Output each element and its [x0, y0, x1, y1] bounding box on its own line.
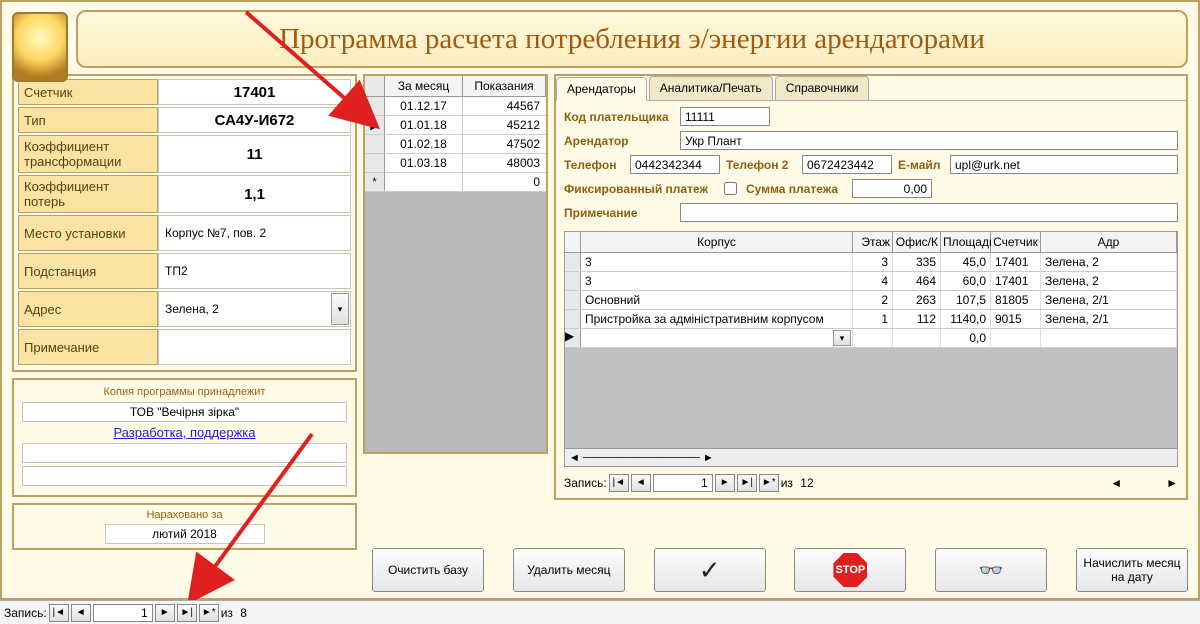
readings-row[interactable]: ▶01.01.1845212: [365, 116, 546, 135]
readings-row[interactable]: 01.02.1847502: [365, 135, 546, 154]
app-title: Программа расчета потребления э/энергии …: [279, 23, 985, 56]
input-phone[interactable]: [630, 155, 720, 174]
tab-renters[interactable]: Арендаторы: [556, 77, 647, 101]
gh-office[interactable]: Офис/К: [893, 232, 941, 252]
readings-header-value[interactable]: Показания: [463, 76, 546, 96]
label-payer-code: Код плательщика: [564, 110, 674, 124]
grid-scrollbar-h[interactable]: ◄ ─────────────── ►: [565, 448, 1177, 466]
nav-first-icon[interactable]: |◄: [609, 474, 629, 492]
checkbox-fixed[interactable]: [724, 182, 737, 195]
gh-meter[interactable]: Счетчик: [991, 232, 1041, 252]
btn-calc-month[interactable]: Начислить месяц на дату: [1076, 548, 1188, 592]
label-renter-name: Арендатор: [564, 134, 674, 148]
grid-scroll-right-icon[interactable]: ►: [1166, 476, 1178, 490]
global-record-nav: Запись: |◄ ◄ ► ►| ►* из 8: [0, 600, 1200, 624]
accrual-value: лютий 2018: [105, 524, 265, 544]
nav-pos-input[interactable]: [653, 474, 713, 492]
label-meter-type: Тип: [18, 107, 158, 133]
gnav-pos-input[interactable]: [93, 604, 153, 622]
readings-header-month[interactable]: За месяц: [385, 76, 463, 96]
label-meter-note: Примечание: [18, 329, 158, 365]
value-meter-type[interactable]: СА4У-И672: [158, 107, 351, 133]
table-row[interactable]: Пристройка за адміністративним корпусом1…: [565, 310, 1177, 329]
btn-stop[interactable]: STOP: [794, 548, 906, 592]
ownership-owner: ТОВ "Вечірня зірка": [22, 402, 347, 422]
tab-references[interactable]: Справочники: [775, 76, 870, 100]
action-bar: Очистить базу Удалить месяц STOP Начисли…: [372, 548, 1188, 592]
btn-find[interactable]: [935, 548, 1047, 592]
nav-new-icon[interactable]: ►*: [759, 474, 779, 492]
nav-prev-icon[interactable]: ◄: [631, 474, 651, 492]
banner: Программа расчета потребления э/энергии …: [76, 10, 1188, 68]
input-phone2[interactable]: [802, 155, 892, 174]
app-window: Программа расчета потребления э/энергии …: [0, 0, 1200, 600]
btn-delete-month[interactable]: Удалить месяц: [513, 548, 625, 592]
premises-grid[interactable]: Корпус Этаж Офис/К Площадь Счетчик Адр 3…: [564, 231, 1178, 467]
btn-confirm[interactable]: [654, 548, 766, 592]
support-link[interactable]: Разработка, поддержка: [20, 425, 349, 440]
value-meter-substation[interactable]: ТП2: [158, 253, 351, 289]
ownership-blank2: [22, 466, 347, 486]
gnav-last-icon[interactable]: ►|: [177, 604, 197, 622]
label-phone2: Телефон 2: [726, 158, 796, 172]
gnav-prev-icon[interactable]: ◄: [71, 604, 91, 622]
ownership-header: Копия программы принадлежит: [20, 386, 349, 398]
gh-korp[interactable]: Корпус: [581, 232, 853, 252]
gh-area[interactable]: Площадь: [941, 232, 991, 252]
gh-floor[interactable]: Этаж: [853, 232, 893, 252]
table-row[interactable]: Основний2263107,581805Зелена, 2/1: [565, 291, 1177, 310]
gh-addr[interactable]: Адр: [1041, 232, 1177, 252]
value-meter-place[interactable]: Корпус №7, пов. 2: [158, 215, 351, 251]
label-meter-substation: Подстанция: [18, 253, 158, 289]
table-row-new[interactable]: ▶▾0,0: [565, 329, 1177, 348]
label-phone: Телефон: [564, 158, 624, 172]
label-sum: Сумма платежа: [746, 182, 846, 196]
address-dropdown-icon[interactable]: ▾: [331, 293, 349, 325]
table-row[interactable]: 3333545,017401Зелена, 2: [565, 253, 1177, 272]
input-sum[interactable]: [852, 179, 932, 198]
label-meter-id: Счетчик: [18, 79, 158, 105]
table-row[interactable]: 3446460,017401Зелена, 2: [565, 272, 1177, 291]
nav-last-icon[interactable]: ►|: [737, 474, 757, 492]
readings-row[interactable]: 01.12.1744567: [365, 97, 546, 116]
renters-panel: Арендаторы Аналитика/Печать Справочники …: [554, 74, 1188, 500]
ownership-box: Копия программы принадлежит ТОВ "Вечірня…: [12, 378, 357, 497]
value-meter-address[interactable]: Зелена, 2 ▾: [158, 291, 351, 327]
meter-fields: Счетчик 17401 Тип СА4У-И672 Коэффициент …: [12, 74, 357, 372]
value-meter-ktrans[interactable]: 11: [158, 135, 351, 173]
label-meter-ktrans: Коэффициент трансформации: [18, 135, 158, 173]
readings-row[interactable]: *0: [365, 173, 546, 192]
tab-analytics[interactable]: Аналитика/Печать: [649, 76, 773, 100]
btn-clear-db[interactable]: Очистить базу: [372, 548, 484, 592]
nav-next-icon[interactable]: ►: [715, 474, 735, 492]
label-email: Е-майл: [898, 158, 944, 172]
input-email[interactable]: [950, 155, 1178, 174]
gnav-first-icon[interactable]: |◄: [49, 604, 69, 622]
input-renter-note[interactable]: [680, 203, 1178, 222]
label-renter-note: Примечание: [564, 206, 674, 220]
accrual-box: Нараховано за лютий 2018: [12, 503, 357, 550]
gnav-next-icon[interactable]: ►: [155, 604, 175, 622]
grid-scroll-left-icon[interactable]: ◄: [1110, 476, 1122, 490]
readings-grid[interactable]: За месяц Показания 01.12.1744567▶01.01.1…: [363, 74, 548, 454]
value-meter-note[interactable]: [158, 329, 351, 365]
label-meter-address: Адрес: [18, 291, 158, 327]
readings-row[interactable]: 01.03.1848003: [365, 154, 546, 173]
gnav-new-icon[interactable]: ►*: [199, 604, 219, 622]
label-fixed: Фиксированный платеж: [564, 182, 714, 196]
app-logo-icon: [12, 12, 68, 82]
ownership-blank1: [22, 443, 347, 463]
input-payer-code[interactable]: [680, 107, 770, 126]
value-meter-id[interactable]: 17401: [158, 79, 351, 105]
grid-record-nav: Запись: |◄ ◄ ► ►| ►* из 12 ◄ ►: [564, 474, 1178, 492]
label-meter-place: Место установки: [18, 215, 158, 251]
input-renter-name[interactable]: [680, 131, 1178, 150]
stop-icon: STOP: [833, 553, 867, 587]
value-meter-kloss[interactable]: 1,1: [158, 175, 351, 213]
label-meter-kloss: Коэффициент потерь: [18, 175, 158, 213]
accrual-header: Нараховано за: [18, 509, 351, 521]
